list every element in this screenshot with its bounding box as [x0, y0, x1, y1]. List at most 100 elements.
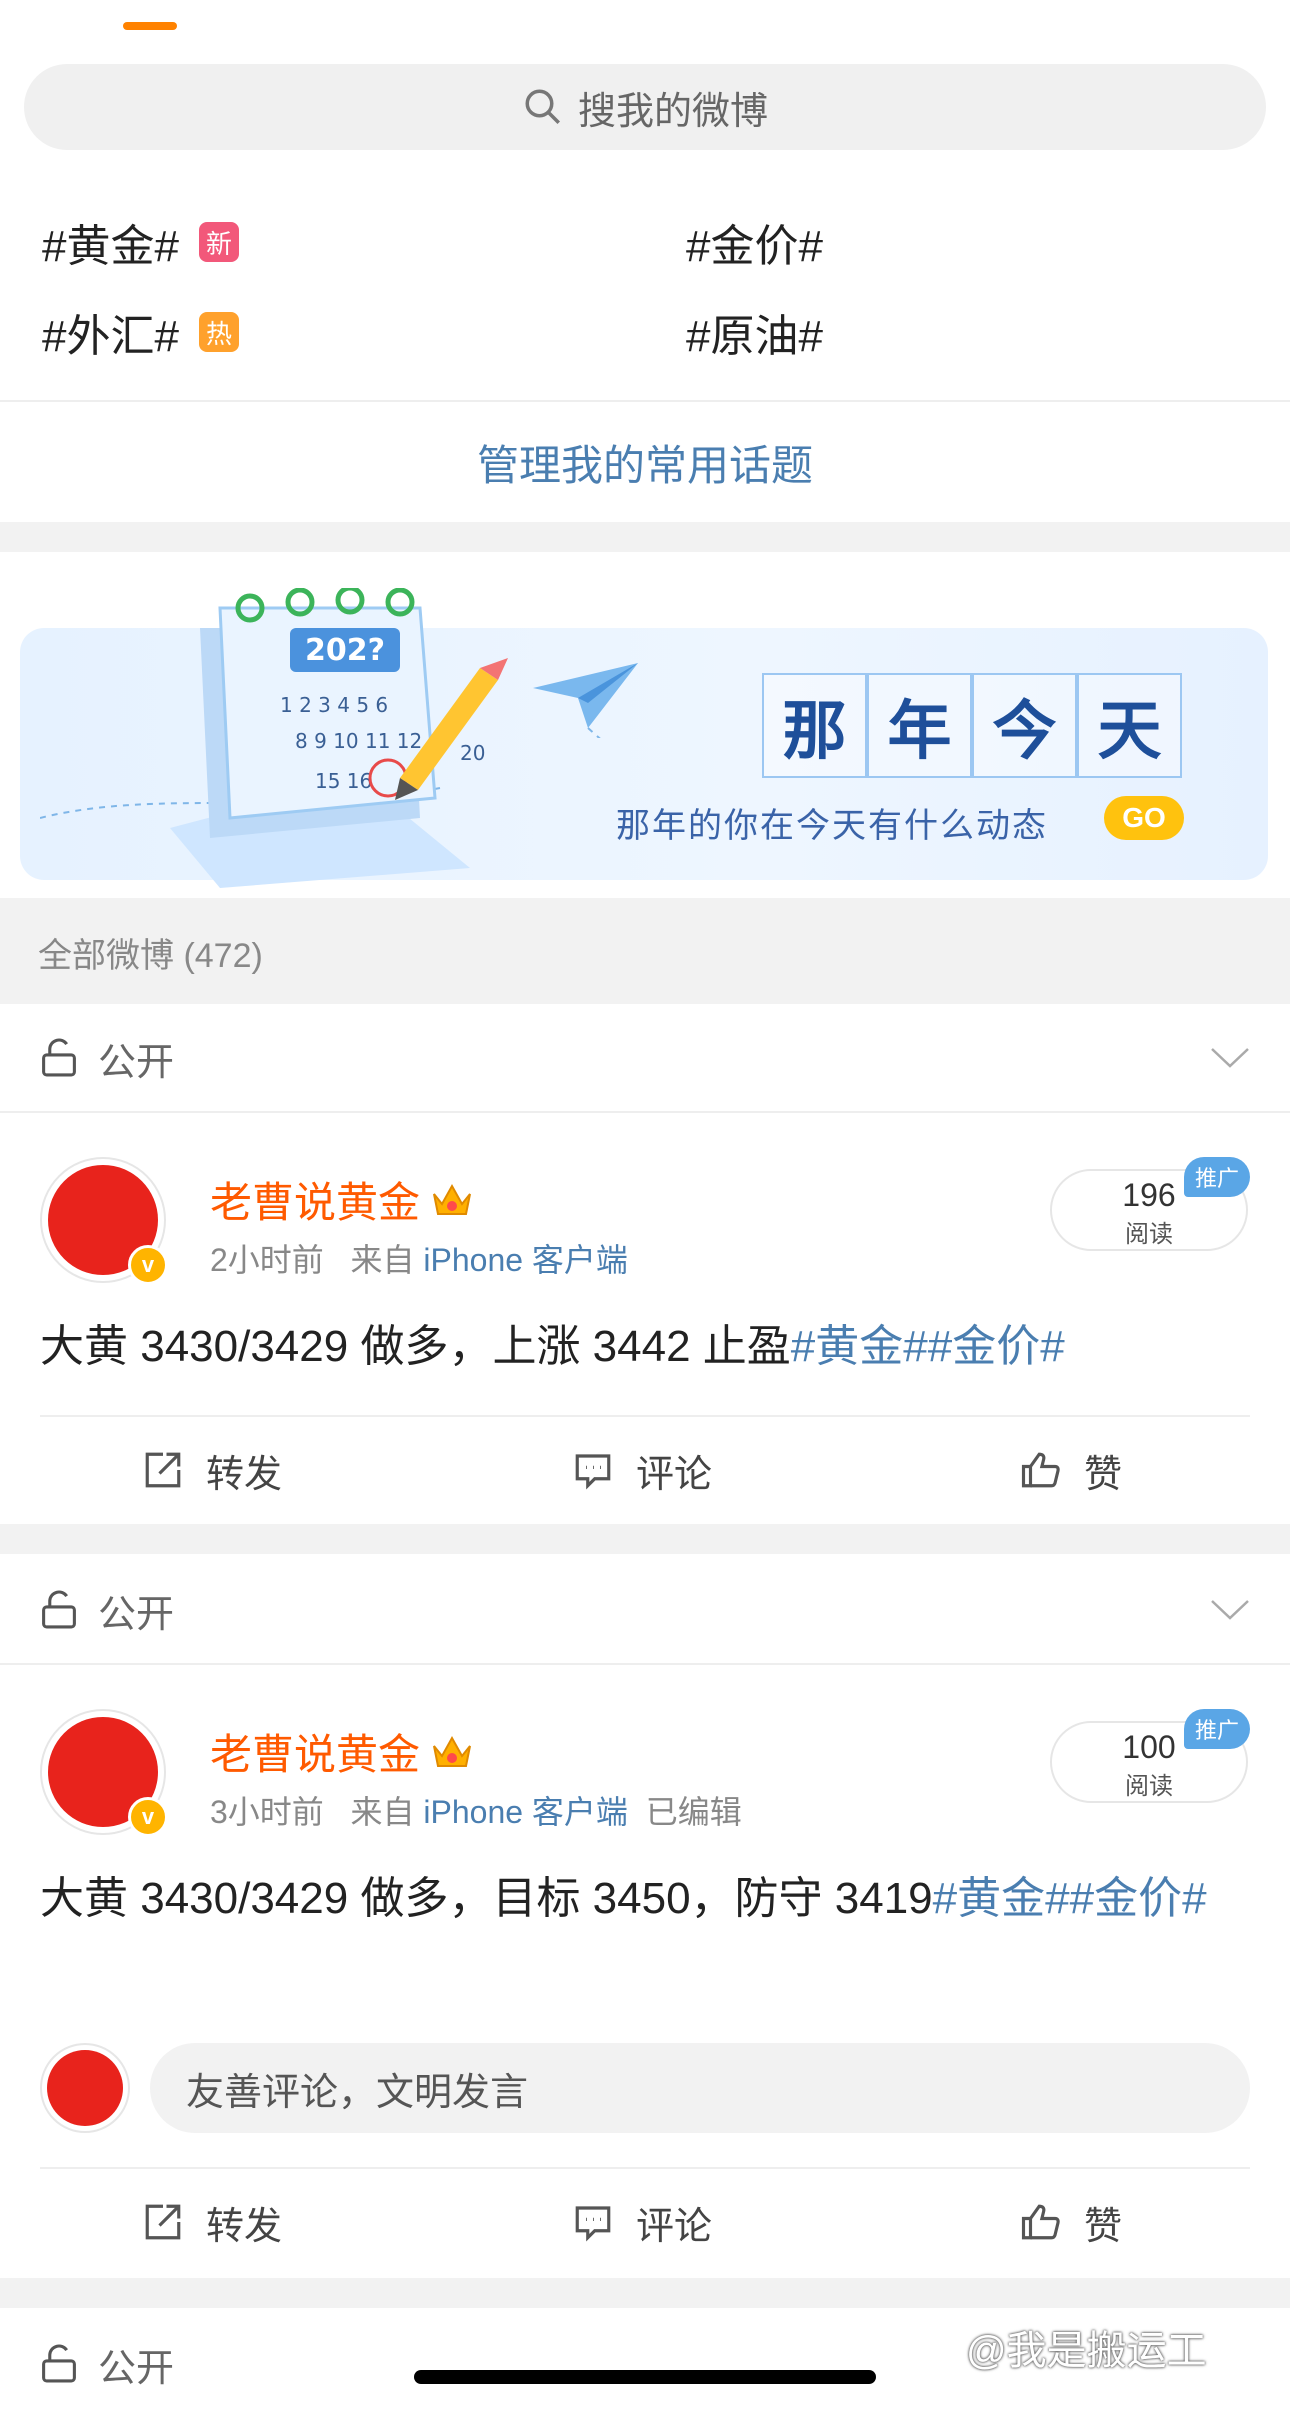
topic-label: #原油#	[686, 312, 823, 361]
like-button[interactable]: 赞	[1020, 2169, 1122, 2275]
username-text: 老曹说黄金	[210, 1731, 421, 1778]
post-meta: 2小时前 来自 iPhone 客户端	[210, 1235, 628, 1281]
comment-label: 评论	[636, 1453, 713, 1496]
post-body: 大黄 3430/3429 做多，目标 3450，防守 3419	[40, 1874, 933, 1923]
read-count-box[interactable]: 196 阅读 推广	[1050, 1157, 1250, 1251]
manage-topics-link[interactable]: 管理我的常用话题	[0, 402, 1290, 522]
thumbs-up-icon	[1021, 2204, 1060, 2240]
chevron-down-icon[interactable]	[1210, 1046, 1250, 1070]
comment-label: 评论	[636, 2205, 713, 2248]
post-meta: 3小时前 来自 iPhone 客户端 已编辑	[210, 1787, 742, 1833]
topic-gold-price[interactable]: #金价#	[686, 210, 823, 274]
all-posts-count[interactable]: 全部微博 (472)	[38, 928, 263, 977]
unlock-icon	[42, 1038, 76, 1077]
read-count-box[interactable]: 100 阅读 推广	[1050, 1709, 1250, 1803]
svg-text:1 2 3 4 5 6: 1 2 3 4 5 6	[280, 693, 388, 717]
like-label: 赞	[1084, 2205, 1123, 2248]
from-label: 来自	[350, 1242, 415, 1278]
repost-label: 转发	[206, 2205, 283, 2248]
privacy-label: 公开	[98, 2347, 175, 2390]
search-bar[interactable]: 搜我的微博	[24, 64, 1266, 150]
topic-gold[interactable]: #黄金# 新	[42, 210, 239, 274]
comment-icon	[575, 1454, 611, 1490]
hashtag-link[interactable]: #黄金##金价#	[933, 1874, 1207, 1923]
watermark: @我是搬运工	[966, 2329, 1207, 2373]
topic-label: #金价#	[686, 222, 823, 271]
unlock-icon	[42, 1590, 76, 1629]
comment-button[interactable]: 评论	[572, 1417, 712, 1523]
repost-label: 转发	[206, 1453, 283, 1496]
banner-title-char: 年	[867, 673, 972, 778]
paper-plane-icon	[533, 663, 638, 738]
banner-title: 那 年 今 天	[762, 673, 1182, 778]
like-label: 赞	[1084, 1453, 1123, 1496]
search-icon	[525, 89, 560, 124]
post-source[interactable]: iPhone 客户端	[423, 1794, 628, 1830]
action-bar: 转发 评论 赞	[40, 2167, 1250, 2273]
banner-title-char: 天	[1077, 673, 1182, 778]
promote-badge[interactable]: 推广	[1184, 1709, 1250, 1749]
edited-label: 已编辑	[645, 1794, 742, 1830]
memories-banner[interactable]: 202? 1 2 3 4 5 6 8 9 10 11 12 15 16 20 那…	[20, 588, 1268, 888]
svg-text:15 16: 15 16	[315, 769, 372, 793]
repost-button[interactable]: 转发	[142, 2169, 282, 2275]
home-indicator[interactable]	[414, 2370, 876, 2384]
privacy-label: 公开	[98, 1593, 175, 1636]
new-badge: 新	[198, 222, 239, 262]
comment-button[interactable]: 评论	[572, 2169, 712, 2275]
quick-comment-row: 友善评论，文明发言	[40, 2043, 1250, 2133]
svg-text:8 9 10 11 12: 8 9 10 11 12	[295, 729, 422, 753]
avatar[interactable]: v	[40, 1157, 168, 1285]
post-time: 2小时前	[210, 1242, 324, 1278]
search-placeholder: 搜我的微博	[577, 90, 768, 133]
read-label: 阅读	[1125, 1773, 1173, 1800]
comment-icon	[575, 2206, 611, 2242]
banner-subtitle: 那年的你在今天有什么动态	[616, 806, 1048, 846]
post-card: v 老曹说黄金 2小时前 来自 iPhone 客户端 196 阅读 推广 大黄 …	[0, 1113, 1290, 1523]
topic-forex[interactable]: #外汇# 热	[42, 300, 239, 364]
section-gap	[0, 1524, 1290, 1554]
username[interactable]: 老曹说黄金	[210, 1721, 474, 1782]
topic-label: #黄金#	[42, 222, 179, 271]
banner-title-char: 今	[972, 673, 1077, 778]
repost-button[interactable]: 转发	[142, 1417, 282, 1523]
post-text: 大黄 3430/3429 做多，上涨 3442 止盈#黄金##金价#	[40, 1313, 1250, 1381]
banner-title-char: 那	[762, 673, 867, 778]
chevron-down-icon[interactable]	[1210, 1598, 1250, 1622]
verified-badge: v	[128, 1245, 168, 1285]
from-label: 来自	[350, 1794, 415, 1830]
topic-crude-oil[interactable]: #原油#	[686, 300, 823, 364]
comment-input[interactable]: 友善评论，文明发言	[150, 2043, 1250, 2133]
privacy-label: 公开	[98, 1041, 175, 1084]
unlock-icon	[42, 2344, 76, 2383]
privacy-row[interactable]: 公开	[0, 1556, 1290, 1664]
my-avatar	[40, 2043, 130, 2133]
post-body: 大黄 3430/3429 做多，上涨 3442 止盈	[40, 1322, 791, 1371]
lucky-cat-avatar	[47, 2050, 123, 2126]
calendar-year: 202?	[305, 633, 385, 668]
username[interactable]: 老曹说黄金	[210, 1169, 474, 1230]
verified-badge: v	[128, 1797, 168, 1837]
post-source[interactable]: iPhone 客户端	[423, 1242, 628, 1278]
hashtag-link[interactable]: #黄金##金价#	[791, 1322, 1065, 1371]
post-text: 大黄 3430/3429 做多，目标 3450，防守 3419#黄金##金价#	[40, 1865, 1250, 1933]
action-bar: 转发 评论 赞	[40, 1415, 1250, 1521]
post-time: 3小时前	[210, 1794, 324, 1830]
section-gap	[0, 2278, 1290, 2308]
promote-badge[interactable]: 推广	[1184, 1157, 1250, 1197]
hot-badge: 热	[198, 312, 239, 352]
topic-label: #外汇#	[42, 312, 179, 361]
active-tab-indicator	[123, 22, 177, 30]
like-button[interactable]: 赞	[1020, 1417, 1122, 1523]
read-label: 阅读	[1125, 1221, 1173, 1248]
share-icon	[145, 1452, 181, 1488]
share-icon	[145, 2204, 181, 2240]
avatar[interactable]: v	[40, 1709, 168, 1837]
go-button[interactable]: GO	[1104, 796, 1184, 840]
calendar-illustration: 202? 1 2 3 4 5 6 8 9 10 11 12 15 16 20	[40, 588, 508, 888]
section-gap	[0, 522, 1290, 552]
crown-icon	[433, 1183, 471, 1215]
post-card: v 老曹说黄金 3小时前 来自 iPhone 客户端 已编辑 100 阅读 推广…	[0, 1665, 1290, 2275]
privacy-row[interactable]: 公开	[0, 1004, 1290, 1112]
username-text: 老曹说黄金	[210, 1179, 421, 1226]
